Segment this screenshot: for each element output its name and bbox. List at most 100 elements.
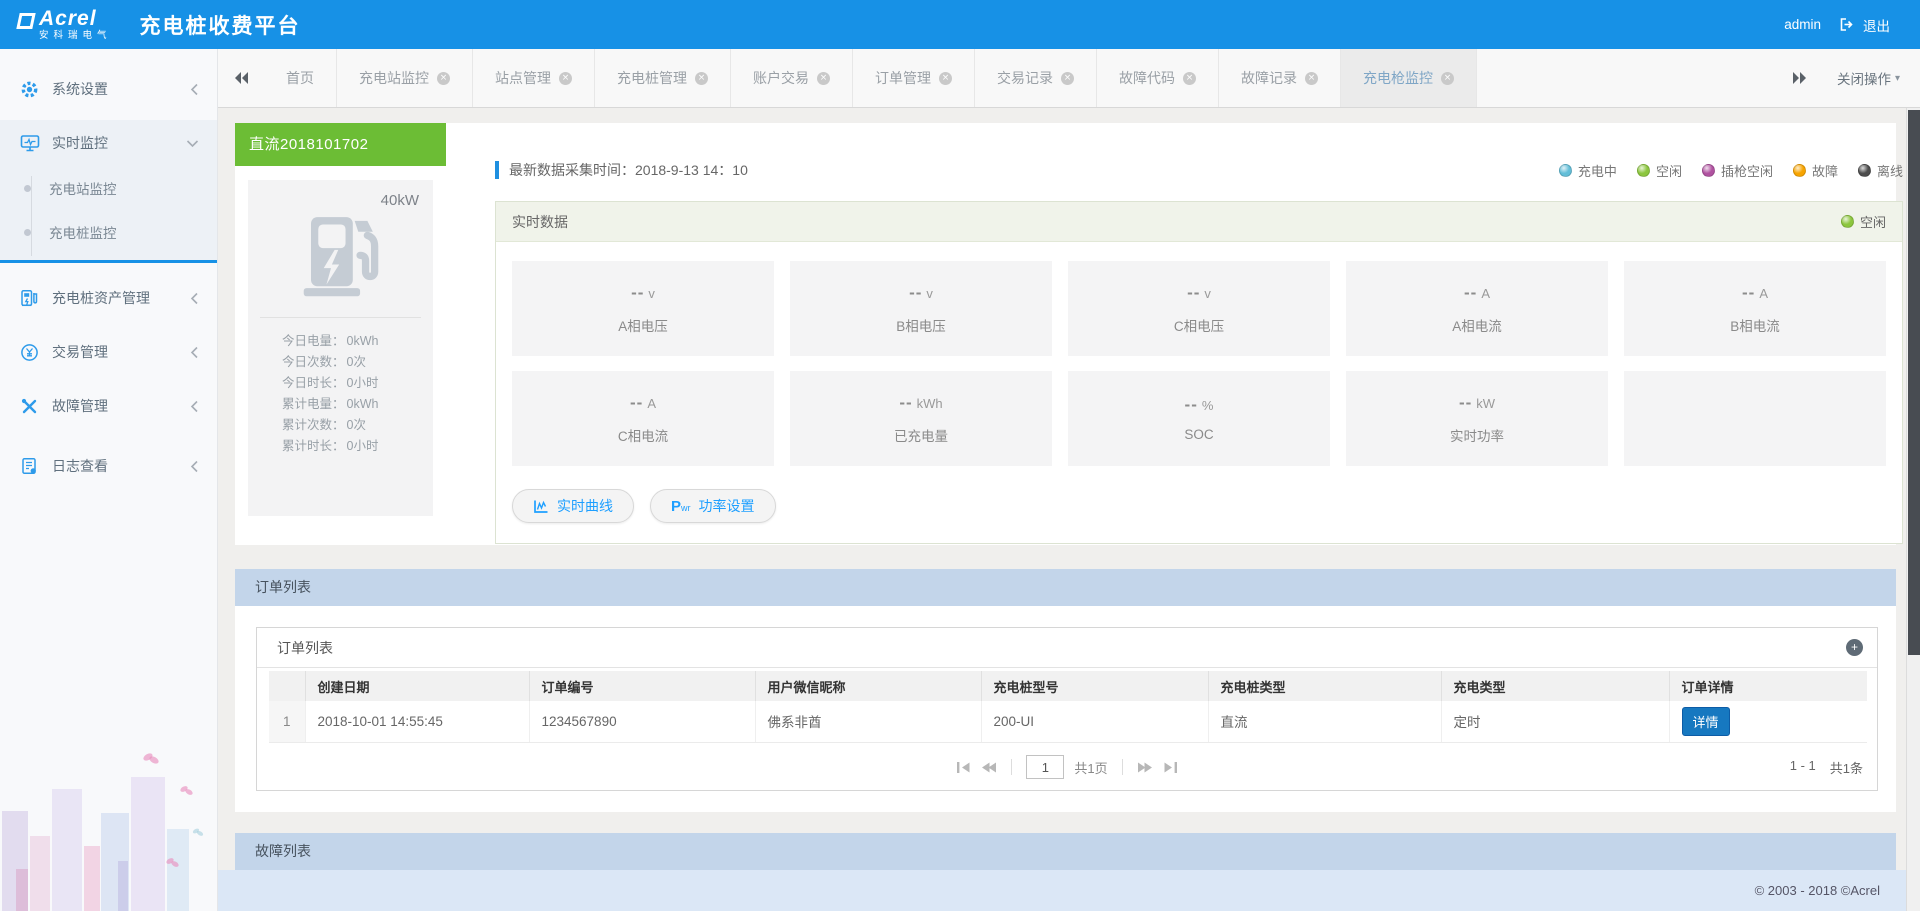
tab-station-monitoring[interactable]: 充电站监控 ×: [337, 49, 473, 107]
page-footer: © 2003 - 2018 ©Acrel: [218, 870, 1920, 911]
tab-label: 充电桩管理: [617, 70, 687, 86]
sidebar-subitem-label: 充电桩监控: [49, 226, 117, 241]
sidebar-item-system-settings[interactable]: 系统设置: [0, 66, 217, 112]
next-page-icon[interactable]: [1137, 761, 1153, 774]
device-power-rating: 40kW: [380, 192, 419, 209]
tab-gun-monitoring[interactable]: 充电枪监控 ×: [1341, 49, 1477, 107]
close-tab-icon[interactable]: ×: [1305, 71, 1318, 85]
tab-label: 首页: [286, 70, 314, 86]
bullet-dot-icon: [24, 184, 31, 192]
created-date-cell: 2018-10-01 14:55:45: [305, 701, 530, 743]
acrel-logo: Acrel 安科瑞电气: [16, 8, 112, 42]
sidebar-item-transactions[interactable]: 交易管理: [0, 329, 217, 375]
orders-panel-title: 订单列表: [277, 639, 333, 656]
previous-page-icon[interactable]: [981, 761, 997, 774]
tabs-scroll-right-icon[interactable]: [1777, 49, 1823, 107]
status-dot-icon: [1840, 215, 1854, 228]
close-tab-icon[interactable]: ×: [437, 71, 450, 85]
sidebar-item-log-view[interactable]: 日志查看: [0, 443, 217, 489]
tab-fault-records[interactable]: 故障记录 ×: [1219, 49, 1341, 107]
tab-order-management[interactable]: 订单管理 ×: [853, 49, 975, 107]
column-order-detail: 订单详情: [1669, 671, 1867, 701]
sidebar-subitem-station-monitoring[interactable]: 充电站监控: [0, 166, 217, 210]
sidebar-item-pile-assets[interactable]: 充电桩资产管理: [0, 275, 217, 321]
column-pile-type: 充电桩类型: [1208, 671, 1442, 701]
metric-realtime-power: -- kW 实时功率: [1346, 371, 1608, 466]
first-page-icon[interactable]: [956, 761, 971, 774]
close-tab-icon[interactable]: ×: [1183, 71, 1196, 85]
legend-plugged-idle: 插枪空闲: [1701, 161, 1773, 180]
fault-status-dot-icon: [1792, 163, 1806, 177]
tab-label: 交易记录: [997, 70, 1053, 86]
button-label: 功率设置: [698, 498, 755, 514]
row-index-cell: 1: [269, 701, 306, 743]
offline-status-dot-icon: [1857, 163, 1871, 177]
sidebar-item-label: 交易管理: [52, 344, 108, 360]
column-pile-model: 充电桩型号: [981, 671, 1209, 701]
table-row: 1 2018-10-01 14:55:45 1234567890 佛系非酋 20…: [269, 701, 1867, 743]
tab-pile-management[interactable]: 充电桩管理 ×: [595, 49, 731, 107]
record-total-label: 共1条: [1829, 760, 1863, 776]
column-charge-type: 充电类型: [1441, 671, 1670, 701]
divider: [260, 317, 421, 318]
stat-total-duration: 累计时长： 0小时: [282, 439, 379, 453]
close-tab-icon[interactable]: ×: [817, 71, 830, 85]
tab-site-management[interactable]: 站点管理 ×: [473, 49, 595, 107]
tab-label: 故障记录: [1241, 70, 1297, 86]
sidebar-item-label: 故障管理: [52, 398, 108, 414]
page-title: 充电桩收费平台: [139, 14, 301, 38]
brand-subtitle: 安科瑞电气: [39, 30, 112, 42]
sidebar-item-fault-management[interactable]: 故障管理: [0, 383, 217, 429]
realtime-curve-button[interactable]: 实时曲线: [512, 489, 634, 523]
orders-table: 创建日期 订单编号 用户微信昵称 充电桩型号 充电桩类型 充电类型 订单详情 1…: [269, 671, 1867, 743]
stat-today-energy: 今日电量： 0kWh: [282, 334, 379, 348]
stat-today-duration: 今日时长： 0小时: [282, 376, 379, 390]
page-number-input[interactable]: [1026, 755, 1065, 779]
realtime-data-panel: 实时数据 空闲 -- v A相电压 -- v B相电压 -- v C相电压 -- A A相电流 …: [495, 201, 1903, 544]
tab-label: 账户交易: [753, 70, 809, 86]
metric-phase-a-voltage: -- v A相电压: [512, 261, 774, 356]
chevron-left-icon: [190, 346, 199, 359]
tab-account-transactions[interactable]: 账户交易 ×: [731, 49, 853, 107]
tabs-scroll-left-icon[interactable]: [218, 49, 264, 107]
column-wechat-nickname: 用户微信昵称: [755, 671, 982, 701]
sidebar-subitem-label: 充电站监控: [49, 182, 117, 197]
tab-label: 充电站监控: [359, 70, 429, 86]
stat-total-energy: 累计电量： 0kWh: [282, 397, 379, 411]
device-summary-box: 40kW 今日电量： 0kWh 今日次数： 0次 今日时长： 0小时 累计电量：…: [248, 180, 433, 516]
tab-fault-codes[interactable]: 故障代码 ×: [1097, 49, 1219, 107]
sidebar-subitem-pile-monitoring[interactable]: 充电桩监控: [0, 210, 217, 254]
sidebar-item-realtime-monitoring[interactable]: 实时监控: [0, 120, 217, 166]
orders-panel: 订单列表 + 创建日期 订单编号 用户微信昵称 充电桩型号 充电桩类型 充电类型…: [256, 627, 1878, 791]
pile-model-cell: 200-UI: [981, 701, 1209, 743]
close-operations-label: 关闭操作: [1836, 72, 1891, 87]
device-card: 直流2018101702 40kW 今日电量： 0kWh 今日次数： 0次 今日…: [235, 123, 446, 530]
power-settings-button[interactable]: Pwr 功率设置: [650, 489, 776, 523]
order-detail-cell: 详情: [1669, 701, 1867, 743]
close-operations-dropdown[interactable]: 关闭操作 ▾: [1823, 49, 1920, 107]
close-tab-icon[interactable]: ×: [1061, 71, 1074, 85]
chevron-down-icon: [186, 139, 199, 148]
last-page-icon[interactable]: [1163, 761, 1178, 774]
tab-label: 站点管理: [495, 70, 551, 86]
curve-chart-icon: [533, 499, 549, 514]
table-header-row: 创建日期 订单编号 用户微信昵称 充电桩型号 充电桩类型 充电类型 订单详情: [269, 671, 1867, 701]
sidebar-item-label: 系统设置: [52, 81, 108, 97]
tab-home[interactable]: 首页: [264, 49, 337, 107]
faults-section-banner: 故障列表: [235, 833, 1896, 870]
tab-transaction-records[interactable]: 交易记录 ×: [975, 49, 1097, 107]
scrollbar-thumb[interactable]: [1908, 110, 1920, 655]
city-skyline-decoration: [0, 741, 217, 911]
order-detail-button[interactable]: 详情: [1681, 706, 1730, 736]
logout-button[interactable]: 退出: [1863, 15, 1890, 35]
close-tab-icon[interactable]: ×: [559, 71, 572, 85]
close-tab-icon[interactable]: ×: [695, 71, 708, 85]
close-tab-icon[interactable]: ×: [939, 71, 952, 85]
chevron-left-icon: [190, 400, 199, 413]
logout-icon[interactable]: [1839, 17, 1855, 32]
sidebar: 系统设置 实时监控 充电站监控 充电桩监控 充电桩资产管理 交易管理 故障管理 …: [0, 49, 218, 911]
vertical-scrollbar[interactable]: [1906, 108, 1920, 911]
close-tab-icon[interactable]: ×: [1441, 71, 1454, 85]
idle-status-dot-icon: [1636, 163, 1650, 177]
panel-collapse-toggle-icon[interactable]: +: [1846, 639, 1863, 656]
